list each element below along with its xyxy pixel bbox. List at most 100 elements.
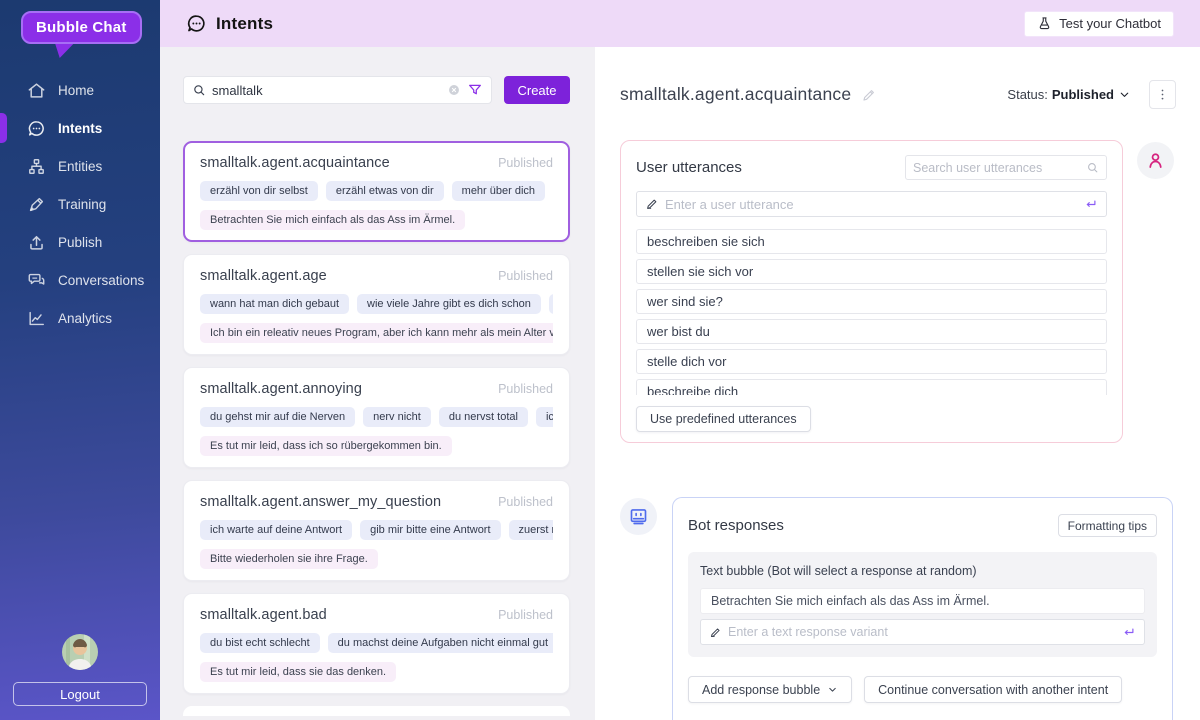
utterance-tag: du bist echt schlecht xyxy=(200,633,320,653)
response-variant-input[interactable] xyxy=(728,625,1115,639)
chat-smiley-icon xyxy=(27,119,46,138)
status-dropdown[interactable]: Status: Published xyxy=(1007,87,1131,102)
utterance-search-input[interactable] xyxy=(913,161,1086,175)
bot-responses-section: Bot responses Formatting tips Text bubbl… xyxy=(672,497,1173,720)
utterance-tag: du machst deine Aufgaben nicht einmal gu… xyxy=(328,633,553,653)
logo-bubble-tail xyxy=(51,44,74,58)
chevron-down-icon xyxy=(827,684,838,695)
sidebar-item-label: Training xyxy=(58,197,106,212)
utterance-row[interactable]: wer sind sie? xyxy=(636,289,1107,314)
response-tag: Bitte wiederholen sie ihre Frage. xyxy=(200,549,378,569)
page-title: Intents xyxy=(216,14,273,34)
use-predefined-utterances-button[interactable]: Use predefined utterances xyxy=(636,406,811,432)
status-badge: Published xyxy=(498,495,553,509)
intent-name: smalltalk.agent.bad xyxy=(200,607,327,623)
response-tag: Ich bin ein releativ neues Program, aber… xyxy=(200,323,553,343)
chevron-down-icon xyxy=(1118,88,1131,101)
intent-card-answer-my-question[interactable]: smalltalk.agent.answer_my_question Publi… xyxy=(183,480,570,581)
sidebar-item-publish[interactable]: Publish xyxy=(0,223,160,261)
intent-card-partial[interactable] xyxy=(183,706,570,716)
utterance-tag: du nervst total xyxy=(439,407,528,427)
utterance-tag: ich kan xyxy=(536,407,553,427)
intent-card-age[interactable]: smalltalk.agent.age Published wann hat m… xyxy=(183,254,570,355)
response-value-row[interactable]: Betrachten Sie mich einfach als das Ass … xyxy=(700,588,1145,614)
user-utterances-title: User utterances xyxy=(636,159,742,176)
status-badge: Published xyxy=(498,269,553,283)
sidebar: Bubble Chat Home Intents Entities xyxy=(0,0,160,720)
response-tag: Es tut mir leid, dass ich so rübergekomm… xyxy=(200,436,452,456)
intent-name: smalltalk.agent.answer_my_question xyxy=(200,494,441,510)
utterance-tag: ich warte auf deine Antwort xyxy=(200,520,352,540)
intent-search-box xyxy=(183,76,492,104)
status-badge: Published xyxy=(498,156,553,170)
new-utterance-input[interactable] xyxy=(665,197,1077,212)
page-title-group: Intents xyxy=(186,13,273,34)
chat-bubbles-icon xyxy=(27,271,46,290)
new-utterance-field xyxy=(636,191,1107,217)
response-variant-field xyxy=(700,619,1145,645)
app-logo[interactable]: Bubble Chat xyxy=(21,11,142,44)
intent-detail-title: smalltalk.agent.acquaintance xyxy=(620,84,851,105)
status-badge: Published xyxy=(498,608,553,622)
sidebar-item-label: Entities xyxy=(58,159,102,174)
bot-responses-title: Bot responses xyxy=(688,517,784,534)
app-logo-label: Bubble Chat xyxy=(21,11,142,44)
utterance-tag: mehr über dich xyxy=(452,181,545,201)
intents-header-icon xyxy=(186,13,207,34)
sidebar-item-label: Conversations xyxy=(58,273,144,288)
intent-search-input[interactable] xyxy=(212,83,441,98)
enter-key-icon xyxy=(1083,197,1098,212)
pencil-icon xyxy=(645,197,659,211)
status-value: Published xyxy=(1052,87,1114,102)
sidebar-item-entities[interactable]: Entities xyxy=(0,147,160,185)
utterance-row[interactable]: beschreibe dich xyxy=(636,379,1107,395)
utterance-tag: wie viele Jahre gibt es dich schon xyxy=(357,294,541,314)
intent-name: smalltalk.agent.annoying xyxy=(200,381,362,397)
logout-button[interactable]: Logout xyxy=(13,682,147,706)
status-label: Status: xyxy=(1007,87,1047,102)
utterance-row[interactable]: stelle dich vor xyxy=(636,349,1107,374)
more-options-button[interactable] xyxy=(1149,80,1176,109)
create-intent-button[interactable]: Create xyxy=(504,76,570,104)
utterance-tag: gib mir bitte eine Antwort xyxy=(360,520,500,540)
bot-face-icon xyxy=(620,498,657,535)
intent-list-panel: Create smalltalk.agent.acquaintance Publ… xyxy=(160,47,595,720)
sidebar-item-training[interactable]: Training xyxy=(0,185,160,223)
intent-card-acquaintance[interactable]: smalltalk.agent.acquaintance Published e… xyxy=(183,141,570,242)
utterance-tag: erzähl von dir selbst xyxy=(200,181,318,201)
utterance-tag: wann hat man dich gebaut xyxy=(200,294,349,314)
intent-name: smalltalk.agent.acquaintance xyxy=(200,155,390,171)
user-person-icon xyxy=(1137,142,1174,179)
add-response-bubble-button[interactable]: Add response bubble xyxy=(688,676,852,703)
utterance-tag: erzähl etwas von dir xyxy=(326,181,444,201)
pen-icon xyxy=(27,195,46,214)
utterance-row[interactable]: stellen sie sich vor xyxy=(636,259,1107,284)
enter-key-icon xyxy=(1121,625,1136,640)
sidebar-item-intents[interactable]: Intents xyxy=(0,109,160,147)
edit-pencil-icon[interactable] xyxy=(861,87,877,103)
sitemap-icon xyxy=(27,157,46,176)
test-chatbot-button[interactable]: Test your Chatbot xyxy=(1024,11,1174,37)
clear-search-icon[interactable] xyxy=(447,83,461,97)
formatting-tips-button[interactable]: Formatting tips xyxy=(1058,514,1157,537)
intent-name: smalltalk.agent.age xyxy=(200,268,327,284)
utterance-row[interactable]: wer bist du xyxy=(636,319,1107,344)
intent-detail-panel: smalltalk.agent.acquaintance Status: Pub… xyxy=(595,47,1200,720)
intent-card-annoying[interactable]: smalltalk.agent.annoying Published du ge… xyxy=(183,367,570,468)
top-header: Intents Test your Chatbot xyxy=(160,0,1200,47)
user-avatar[interactable] xyxy=(62,634,98,670)
sidebar-item-home[interactable]: Home xyxy=(0,71,160,109)
text-bubble-group: Text bubble (Bot will select a response … xyxy=(688,552,1157,657)
intent-card-bad[interactable]: smalltalk.agent.bad Published du bist ec… xyxy=(183,593,570,694)
continue-conversation-button[interactable]: Continue conversation with another inten… xyxy=(864,676,1122,703)
status-badge: Published xyxy=(498,382,553,396)
sidebar-nav: Home Intents Entities Training Publis xyxy=(0,71,160,337)
utterance-list[interactable]: beschreiben sie sich stellen sie sich vo… xyxy=(636,229,1107,395)
text-bubble-label: Text bubble (Bot will select a response … xyxy=(700,564,1145,578)
filter-funnel-icon[interactable] xyxy=(467,82,483,98)
utterance-tag: dei xyxy=(549,294,553,314)
utterance-row[interactable]: beschreiben sie sich xyxy=(636,229,1107,254)
sidebar-item-conversations[interactable]: Conversations xyxy=(0,261,160,299)
home-icon xyxy=(27,81,46,100)
sidebar-item-analytics[interactable]: Analytics xyxy=(0,299,160,337)
